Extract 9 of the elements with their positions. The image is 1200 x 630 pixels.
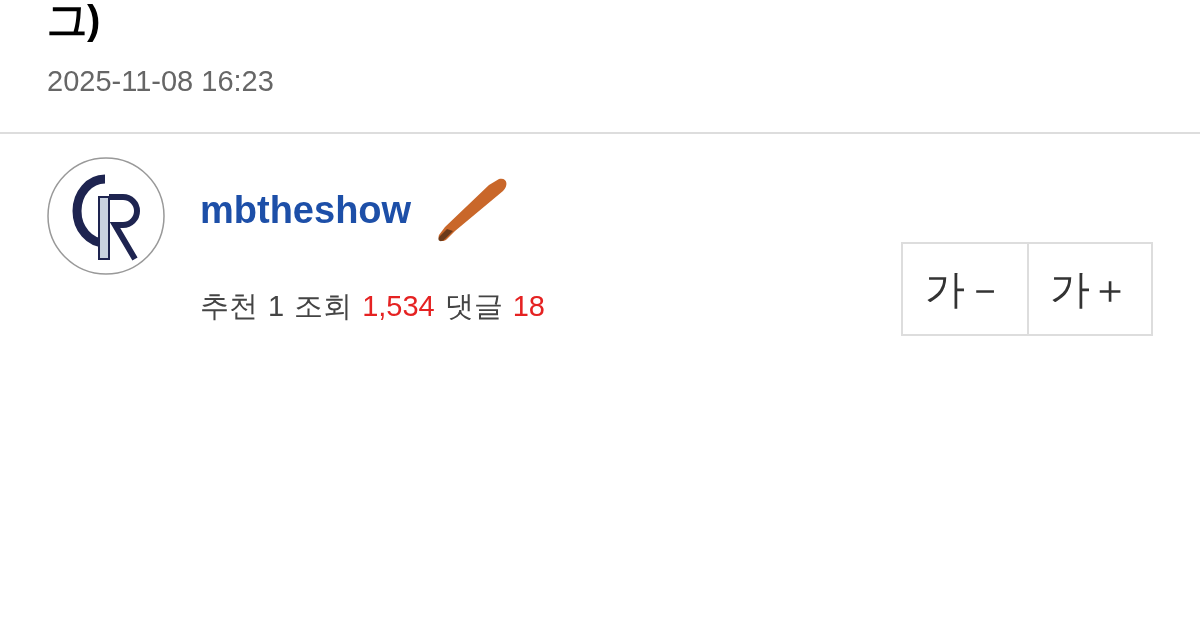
stat-value: 18 xyxy=(512,288,545,324)
stat-value: 1 xyxy=(268,288,285,324)
stat-label: 추천 xyxy=(200,288,258,324)
stat-label: 댓글 xyxy=(444,288,503,324)
stat-label: 조회 xyxy=(294,288,353,324)
post-title: 그) xyxy=(47,0,101,40)
post-date: 2025-11-08 16:23 xyxy=(47,64,274,99)
stat-value: 1,534 xyxy=(362,288,435,324)
author-name[interactable]: mbtheshow xyxy=(200,182,412,239)
